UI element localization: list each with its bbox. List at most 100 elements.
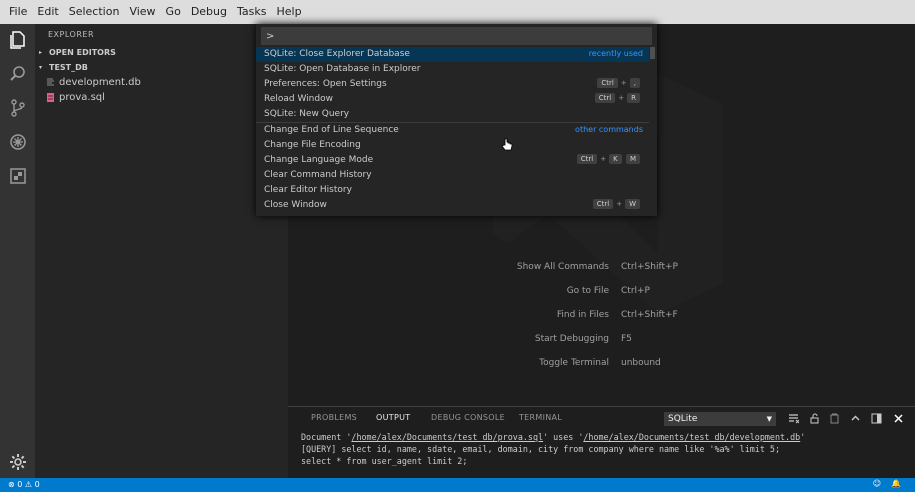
shortcut-row: Start Debugging F5 — [288, 334, 915, 348]
log-query-line: select * from user_agent limit 2; — [301, 456, 468, 466]
command-label: SQLite: Close Explorer Database — [264, 49, 410, 59]
menu-file[interactable]: File — [4, 0, 32, 24]
shortcut-key: F5 — [621, 334, 632, 344]
explorer-sidebar: EXPLORER ▸ OPEN EDITORS ▾ TEST_DB develo… — [35, 24, 288, 478]
notification-bell-icon[interactable]: 🔔 — [891, 479, 901, 488]
caret-down-icon: ▾ — [39, 64, 43, 71]
database-file-icon — [47, 93, 54, 102]
open-log-icon[interactable] — [828, 412, 841, 425]
command-item[interactable]: Reload Window Ctrl + R — [256, 92, 649, 107]
log-text: ' uses ' — [543, 432, 584, 442]
key: K — [609, 154, 622, 164]
command-item[interactable]: SQLite: New Query — [256, 107, 649, 122]
shortcut-label: Toggle Terminal — [539, 358, 609, 368]
extensions-icon[interactable] — [6, 164, 29, 187]
key: Ctrl — [592, 199, 614, 209]
log-file-link[interactable]: /home/alex/Documents/test_db/prova.sql — [351, 432, 543, 442]
command-item[interactable]: SQLite: Close Explorer Database recently… — [256, 47, 649, 62]
tab-problems[interactable]: PROBLEMS — [311, 413, 357, 422]
folder-header[interactable]: ▾ TEST_DB — [39, 63, 88, 72]
key: R — [627, 93, 640, 103]
command-label: Change File Encoding — [264, 140, 361, 150]
key: W — [625, 199, 640, 209]
open-editors-header[interactable]: ▸ OPEN EDITORS — [39, 48, 116, 57]
warning-count: 0 — [34, 480, 40, 489]
tab-output[interactable]: OUTPUT — [376, 413, 410, 422]
warning-icon: ⚠ — [24, 480, 33, 489]
files-icon[interactable] — [6, 28, 29, 51]
command-note: other commands — [575, 125, 643, 134]
clear-output-icon[interactable] — [787, 412, 800, 425]
command-item[interactable]: Change File Encoding — [256, 138, 649, 153]
command-item[interactable]: Close Window Ctrl + W — [256, 198, 649, 213]
tab-debug-console[interactable]: DEBUG CONSOLE — [431, 413, 505, 422]
menu-help[interactable]: Help — [271, 0, 306, 24]
close-icon[interactable] — [892, 412, 905, 425]
command-label: Reload Window — [264, 94, 333, 104]
menu-go[interactable]: Go — [161, 0, 186, 24]
command-label: Change Language Mode — [264, 155, 374, 165]
command-item[interactable]: Change Language Mode Ctrl + K M — [256, 153, 649, 168]
key: Ctrl — [576, 154, 598, 164]
file-item-prova-sql[interactable]: prova.sql — [47, 92, 105, 103]
keybinding: Ctrl + R — [594, 93, 641, 103]
shortcut-key: unbound — [621, 358, 661, 368]
log-text: Document ' — [301, 432, 352, 442]
shortcut-row: Find in Files Ctrl+Shift+F — [288, 310, 915, 324]
file-item-development-db[interactable]: development.db — [47, 77, 141, 88]
chevron-down-icon: ▼ — [766, 415, 772, 423]
command-palette: SQLite: Close Explorer Database recently… — [256, 24, 657, 216]
folder-label: TEST_DB — [49, 63, 88, 72]
command-item[interactable]: Clear Command History — [256, 168, 649, 183]
menu-tasks[interactable]: Tasks — [232, 0, 271, 24]
toggle-panel-position-icon[interactable] — [870, 412, 883, 425]
palette-scrollbar[interactable] — [650, 47, 655, 59]
tab-terminal[interactable]: TERMINAL — [519, 413, 562, 422]
command-item[interactable]: Change End of Line Sequence other comman… — [256, 123, 649, 138]
error-count: 0 — [17, 480, 23, 489]
shortcut-key: Ctrl+P — [621, 286, 650, 296]
menu-selection[interactable]: Selection — [64, 0, 125, 24]
shortcut-label: Go to File — [566, 286, 609, 296]
command-item[interactable]: SQLite: Open Database in Explorer — [256, 62, 649, 77]
shortcut-row: Show All Commands Ctrl+Shift+P — [288, 262, 915, 276]
problems-status[interactable]: ⊗ 0 ⚠ 0 — [8, 480, 40, 489]
command-label: Preferences: Open Settings — [264, 79, 387, 89]
command-palette-input[interactable] — [261, 27, 652, 45]
status-bar: ⊗ 0 ⚠ 0 ☺ 🔔 — [0, 478, 915, 492]
caret-right-icon: ▸ — [39, 49, 43, 56]
lock-scroll-icon[interactable] — [808, 412, 821, 425]
open-editors-label: OPEN EDITORS — [49, 48, 116, 57]
command-label: Clear Editor History — [264, 185, 352, 195]
sidebar-title: EXPLORER — [48, 30, 94, 39]
command-label: Clear Command History — [264, 170, 372, 180]
keybinding: Ctrl +, — [596, 78, 641, 88]
output-log: Document '/home/alex/Documents/test_db/p… — [301, 431, 805, 467]
file-name: prova.sql — [59, 92, 105, 103]
bottom-panel: PROBLEMS OUTPUT DEBUG CONSOLE TERMINAL S… — [288, 406, 915, 478]
menu-view[interactable]: View — [124, 0, 160, 24]
menu-debug[interactable]: Debug — [186, 0, 232, 24]
source-control-icon[interactable] — [6, 96, 29, 119]
search-icon[interactable] — [6, 62, 29, 85]
menu-bar: File Edit Selection View Go Debug Tasks … — [0, 0, 915, 24]
keybinding: Ctrl + K M — [576, 154, 641, 164]
chevron-up-icon[interactable] — [849, 412, 862, 425]
command-item[interactable]: Preferences: Open Settings Ctrl +, — [256, 77, 649, 92]
shortcut-label: Find in Files — [556, 310, 609, 320]
output-channel-select[interactable]: SQLite ▼ — [664, 412, 776, 426]
key: M — [625, 154, 640, 164]
shortcut-row: Go to File Ctrl+P — [288, 286, 915, 300]
menu-edit[interactable]: Edit — [32, 0, 63, 24]
feedback-smiley-icon[interactable]: ☺ — [873, 479, 881, 488]
file-lines-icon — [47, 78, 54, 86]
gear-icon[interactable] — [6, 450, 29, 473]
key: Ctrl — [597, 78, 618, 88]
error-icon: ⊗ — [8, 480, 15, 489]
command-label: Close Window — [264, 200, 327, 210]
debug-icon[interactable] — [6, 130, 29, 153]
command-item[interactable]: Clear Editor History — [256, 183, 649, 198]
log-file-link[interactable]: /home/alex/Documents/test_db/development… — [583, 432, 800, 442]
key: Ctrl — [594, 93, 616, 103]
log-query-line: [QUERY] select id, name, sdate, email, d… — [301, 444, 781, 454]
